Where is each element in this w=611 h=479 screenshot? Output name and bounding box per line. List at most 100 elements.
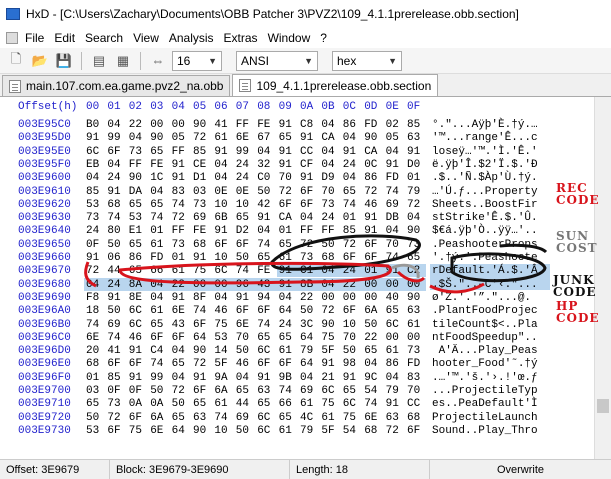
hex-byte[interactable]: 72 — [172, 212, 185, 224]
hex-byte[interactable]: 6F — [214, 239, 227, 251]
hex-byte[interactable]: 68 — [321, 252, 334, 264]
hex-byte[interactable]: 6F — [150, 332, 163, 344]
hex-byte[interactable]: 04 — [107, 119, 120, 131]
hex-byte[interactable]: C1 — [300, 265, 313, 277]
hex-byte[interactable]: 99 — [150, 372, 163, 384]
hex-byte[interactable]: 04 — [386, 372, 399, 384]
hex-byte[interactable]: 65 — [279, 332, 292, 344]
hex-byte[interactable]: 75 — [214, 319, 227, 331]
hex-byte[interactable]: 41 — [107, 345, 120, 357]
hex-byte[interactable]: 91 — [279, 159, 292, 171]
hex-byte[interactable]: 79 — [300, 425, 313, 437]
hex-byte[interactable]: 74 — [107, 212, 120, 224]
ascii-row[interactable]: stStrike'Ê.$.'Û. — [432, 212, 538, 224]
hex-byte[interactable]: 46 — [236, 358, 249, 370]
hex-byte[interactable]: 50 — [364, 319, 377, 331]
hex-byte[interactable]: 90 — [193, 425, 206, 437]
hex-byte[interactable]: 90 — [193, 119, 206, 131]
hex-byte[interactable]: CE — [193, 159, 206, 171]
hex-byte[interactable]: 22 — [364, 332, 377, 344]
hex-byte[interactable]: 6F — [107, 358, 120, 370]
charset-select[interactable]: ANSI ▼ — [236, 50, 318, 71]
hex-byte[interactable]: 04 — [321, 146, 334, 158]
hex-byte[interactable]: CC — [300, 146, 313, 158]
hex-byte[interactable]: 72 — [321, 305, 334, 317]
hex-byte[interactable]: 6F — [364, 239, 377, 251]
hex-byte[interactable]: 00 — [321, 292, 334, 304]
hex-byte[interactable]: 6A — [364, 305, 377, 317]
hex-byte[interactable]: 85 — [86, 186, 99, 198]
hex-byte[interactable]: 65 — [279, 132, 292, 144]
hex-byte[interactable]: 18 — [86, 305, 99, 317]
hex-byte[interactable]: 69 — [300, 385, 313, 397]
hex-byte[interactable]: 9B — [279, 372, 292, 384]
hex-byte[interactable]: 6C — [129, 305, 142, 317]
hex-byte[interactable]: 43 — [172, 319, 185, 331]
hex-byte[interactable]: 04 — [321, 279, 334, 291]
hex-byte[interactable]: FF — [300, 225, 313, 237]
hex-byte[interactable]: 04 — [321, 119, 334, 131]
hex-byte[interactable]: 73 — [172, 239, 185, 251]
hex-byte[interactable]: 9A — [214, 372, 227, 384]
hex-byte[interactable]: 50 — [343, 345, 356, 357]
hex-byte[interactable]: 86 — [386, 358, 399, 370]
hex-byte[interactable]: 66 — [279, 398, 292, 410]
hex-byte[interactable]: 04 — [407, 212, 420, 224]
hex-byte[interactable]: 61 — [279, 425, 292, 437]
hex-byte[interactable]: 91 — [279, 279, 292, 291]
hex-byte[interactable]: 43 — [257, 279, 270, 291]
ascii-row[interactable]: hooter_Food'˜.†ý — [432, 358, 538, 370]
hex-byte[interactable]: 6F — [279, 358, 292, 370]
hex-byte[interactable]: 6F — [107, 425, 120, 437]
hex-byte[interactable]: 72 — [407, 199, 420, 211]
hex-byte[interactable]: 06 — [107, 252, 120, 264]
hex-byte[interactable]: 69 — [236, 412, 249, 424]
hex-byte[interactable]: 6C — [214, 265, 227, 277]
hex-byte[interactable]: DA — [129, 186, 142, 198]
hex-byte[interactable]: CA — [279, 212, 292, 224]
hex-byte[interactable]: FD — [407, 358, 420, 370]
hex-byte[interactable]: 73 — [193, 199, 206, 211]
ascii-row[interactable]: Sheets..BoostFir — [432, 199, 538, 211]
hex-byte[interactable]: 01 — [86, 372, 99, 384]
hex-byte[interactable]: 64 — [279, 305, 292, 317]
hex-byte[interactable]: 68 — [107, 199, 120, 211]
hex-byte[interactable]: 68 — [193, 239, 206, 251]
hex-byte[interactable]: 04 — [300, 212, 313, 224]
hex-byte[interactable]: 67 — [257, 132, 270, 144]
hex-byte[interactable]: 65 — [279, 239, 292, 251]
hex-byte[interactable]: 74 — [279, 385, 292, 397]
hex-byte[interactable]: 6F — [129, 358, 142, 370]
hex-byte[interactable]: 04 — [300, 372, 313, 384]
hex-byte[interactable]: 68 — [364, 425, 377, 437]
hex-byte[interactable]: 22 — [129, 119, 142, 131]
hex-byte[interactable]: 63 — [407, 305, 420, 317]
hex-byte[interactable]: 61 — [214, 132, 227, 144]
hex-byte[interactable]: 74 — [86, 319, 99, 331]
hex-byte[interactable]: 61 — [172, 265, 185, 277]
hex-byte[interactable]: 6F — [193, 319, 206, 331]
hex-byte[interactable]: 91 — [364, 212, 377, 224]
hex-byte[interactable]: 61 — [386, 345, 399, 357]
hex-byte[interactable]: 50 — [236, 345, 249, 357]
hex-byte[interactable]: 50 — [107, 239, 120, 251]
hex-byte[interactable]: 03 — [86, 385, 99, 397]
hex-byte[interactable]: 61 — [214, 398, 227, 410]
hex-byte[interactable]: 91 — [172, 172, 185, 184]
menu-analysis[interactable]: Analysis — [164, 31, 219, 45]
hex-byte[interactable]: 73 — [300, 252, 313, 264]
hex-byte[interactable]: 72 — [193, 358, 206, 370]
hex-byte[interactable]: 64 — [172, 425, 185, 437]
hex-byte[interactable]: 53 — [214, 332, 227, 344]
hex-byte[interactable]: C0 — [257, 172, 270, 184]
hex-byte[interactable]: 75 — [129, 425, 142, 437]
hex-byte[interactable]: 6E — [172, 305, 185, 317]
hex-byte[interactable]: 00 — [364, 292, 377, 304]
hex-byte[interactable]: 91 — [279, 119, 292, 131]
tab-main-obb[interactable]: main.107.com.ea.game.pvz2_na.obb — [2, 75, 231, 96]
hex-byte[interactable]: 91 — [343, 146, 356, 158]
hex-byte[interactable]: 72 — [86, 265, 99, 277]
hex-byte[interactable]: B0 — [86, 119, 99, 131]
hex-byte[interactable]: 98 — [343, 358, 356, 370]
hex-byte[interactable]: 6E — [150, 425, 163, 437]
